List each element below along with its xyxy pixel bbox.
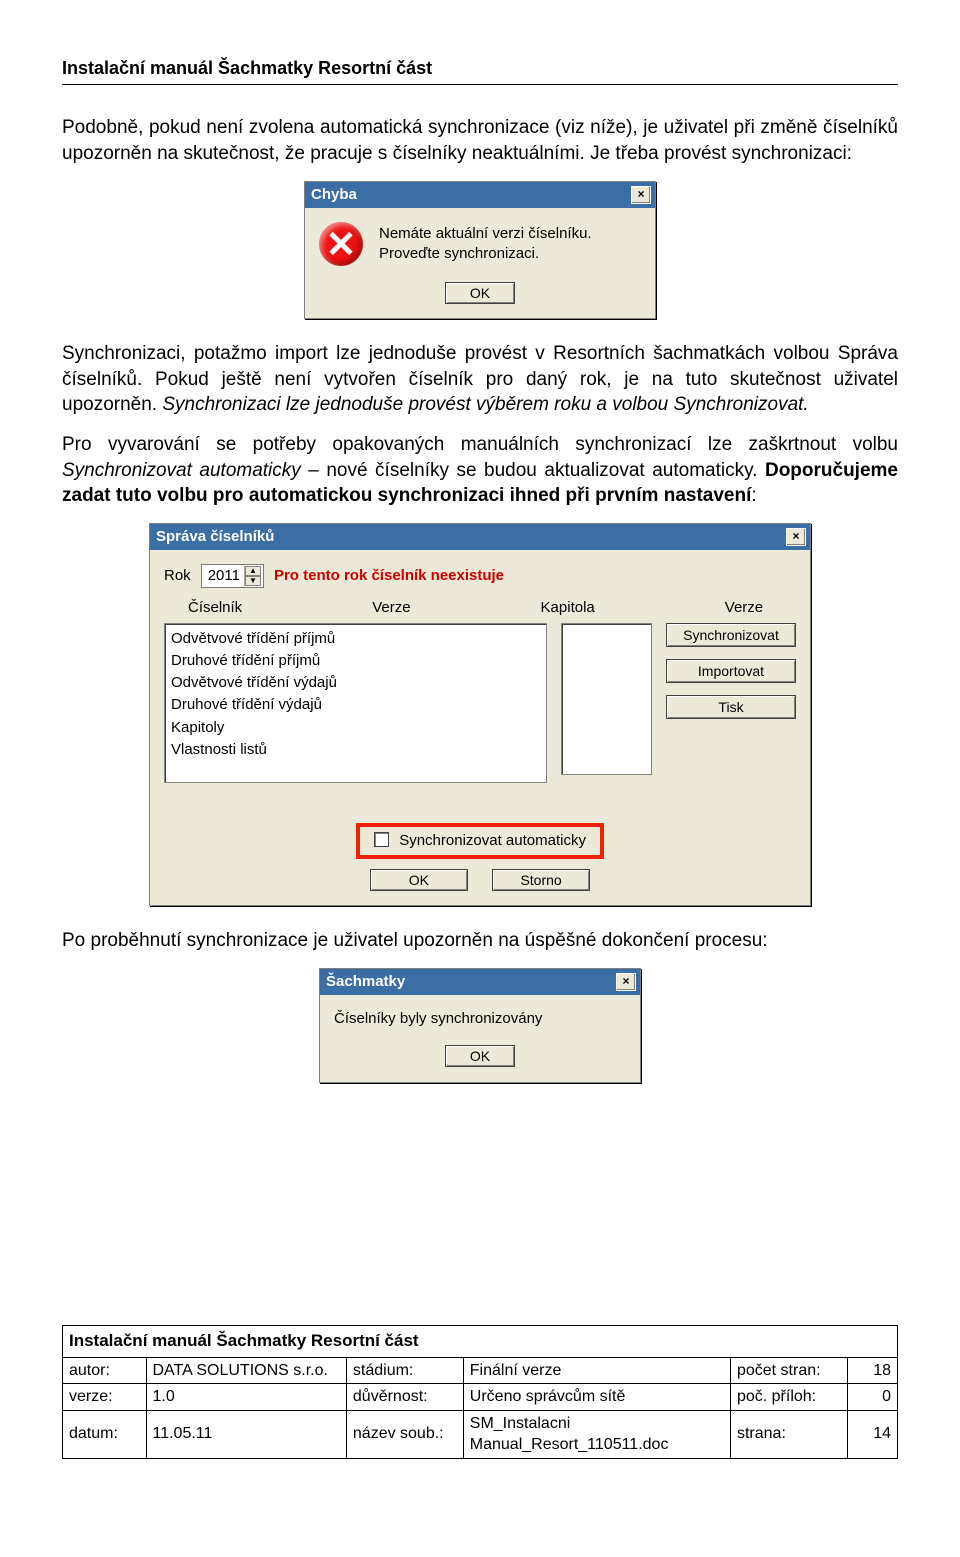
- paragraph-4: Po proběhnutí synchronizace je uživatel …: [62, 928, 898, 954]
- cell: název soub.:: [346, 1410, 463, 1458]
- cell: strana:: [730, 1410, 847, 1458]
- storno-button[interactable]: Storno: [492, 869, 590, 891]
- footer-title: Instalační manuál Šachmatky Resortní čás…: [62, 1325, 898, 1357]
- auto-sync-label: Synchronizovat automaticky: [399, 832, 586, 849]
- error-dialog-title: Chyba: [311, 185, 357, 205]
- cell: 0: [847, 1384, 897, 1411]
- ciselniky-dialog-title: Správa číselníků: [156, 527, 274, 547]
- page-header: Instalační manuál Šachmatky Resortní čás…: [62, 56, 898, 85]
- error-ok-button[interactable]: OK: [445, 282, 515, 304]
- ciselnik-listbox[interactable]: Odvětvové třídění příjmů Druhové třídění…: [164, 623, 547, 783]
- spin-down-icon[interactable]: ▼: [245, 576, 261, 586]
- paragraph-3c: – nové číselníky se budou aktualizovat a…: [301, 460, 765, 481]
- table-row: autor: DATA SOLUTIONS s.r.o. stádium: Fi…: [63, 1357, 898, 1384]
- list-item[interactable]: Odvětvové třídění výdajů: [171, 672, 540, 694]
- done-dialog: Šachmatky × Číselníky byly synchronizová…: [319, 968, 641, 1083]
- list-item[interactable]: Vlastnosti listů: [171, 739, 540, 761]
- cell: Určeno správcům sítě: [463, 1384, 730, 1411]
- auto-sync-highlight: Synchronizovat automaticky: [356, 823, 604, 859]
- done-ok-button[interactable]: OK: [445, 1045, 515, 1067]
- cell: poč. příloh:: [730, 1384, 847, 1411]
- paragraph-3e: :: [751, 485, 756, 506]
- col-verze-1: Verze: [372, 598, 410, 618]
- table-row: datum: 11.05.11 název soub.: SM_Instalac…: [63, 1410, 898, 1458]
- cell: DATA SOLUTIONS s.r.o.: [146, 1357, 346, 1384]
- col-ciselnik: Číselník: [188, 598, 242, 618]
- error-line-1: Nemáte aktuální verzi číselníku.: [379, 224, 592, 244]
- error-dialog: Chyba × Nemáte aktuální verzi číselníku.…: [304, 181, 656, 320]
- cell: počet stran:: [730, 1357, 847, 1384]
- paragraph-2: Synchronizaci, potažmo import lze jednod…: [62, 341, 898, 418]
- tisk-button[interactable]: Tisk: [666, 695, 796, 719]
- error-line-2: Proveďte synchronizaci.: [379, 244, 592, 264]
- cell: datum:: [63, 1410, 147, 1458]
- col-verze-2: Verze: [725, 598, 763, 618]
- cell: 14: [847, 1410, 897, 1458]
- cell: 11.05.11: [146, 1410, 346, 1458]
- list-item[interactable]: Kapitoly: [171, 717, 540, 739]
- cell: autor:: [63, 1357, 147, 1384]
- rok-input[interactable]: 2011 ▲ ▼: [201, 564, 264, 588]
- list-item[interactable]: Odvětvové třídění příjmů: [171, 628, 540, 650]
- paragraph-2b: Synchronizaci lze jednoduše provést výbě…: [162, 394, 808, 415]
- close-icon[interactable]: ×: [786, 528, 806, 546]
- auto-sync-checkbox[interactable]: [374, 832, 389, 847]
- rok-warning: Pro tento rok číselník neexistuje: [274, 566, 504, 586]
- done-message: Číselníky byly synchronizovány: [334, 1009, 626, 1029]
- kapitola-listbox[interactable]: [561, 623, 652, 775]
- ok-button[interactable]: OK: [370, 869, 468, 891]
- close-icon[interactable]: ×: [631, 186, 651, 204]
- synchronizovat-button[interactable]: Synchronizovat: [666, 623, 796, 647]
- importovat-button[interactable]: Importovat: [666, 659, 796, 683]
- paragraph-1: Podobně, pokud není zvolena automatická …: [62, 115, 898, 166]
- footer-table: autor: DATA SOLUTIONS s.r.o. stádium: Fi…: [62, 1357, 898, 1459]
- cell: důvěrnost:: [346, 1384, 463, 1411]
- paragraph-3a: Pro vyvarování se potřeby opakovaných ma…: [62, 434, 898, 455]
- ciselniky-dialog: Správa číselníků × Rok 2011 ▲ ▼ Pro tent…: [149, 523, 811, 906]
- table-row: verze: 1.0 důvěrnost: Určeno správcům sí…: [63, 1384, 898, 1411]
- cell: 18: [847, 1357, 897, 1384]
- col-kapitola: Kapitola: [541, 598, 595, 618]
- list-item[interactable]: Druhové třídění příjmů: [171, 650, 540, 672]
- rok-label: Rok: [164, 566, 191, 586]
- done-dialog-title: Šachmatky: [326, 972, 405, 992]
- cell: Finální verze: [463, 1357, 730, 1384]
- footer: Instalační manuál Šachmatky Resortní čás…: [62, 1325, 898, 1459]
- paragraph-3: Pro vyvarování se potřeby opakovaných ma…: [62, 432, 898, 509]
- spin-up-icon[interactable]: ▲: [245, 566, 261, 576]
- paragraph-3b: Synchronizovat automaticky: [62, 460, 301, 481]
- rok-value: 2011: [208, 566, 240, 586]
- error-icon: [319, 222, 363, 266]
- list-item[interactable]: Druhové třídění výdajů: [171, 694, 540, 716]
- cell: SM_Instalacni Manual_Resort_110511.doc: [463, 1410, 730, 1458]
- cell: stádium:: [346, 1357, 463, 1384]
- close-icon[interactable]: ×: [616, 973, 636, 991]
- cell: 1.0: [146, 1384, 346, 1411]
- cell: verze:: [63, 1384, 147, 1411]
